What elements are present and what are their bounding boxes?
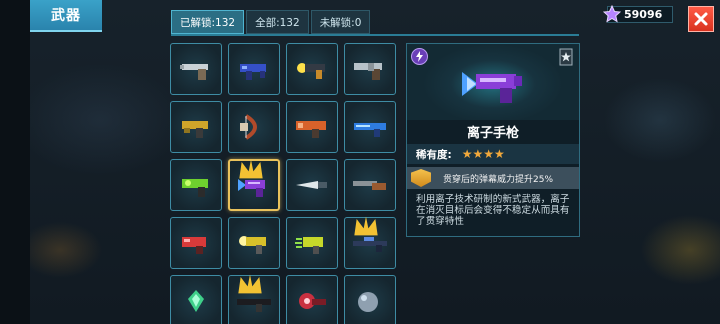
close-button[interactable] <box>688 6 714 32</box>
weapon-slot[interactable] <box>170 101 222 153</box>
rank-badge-icon[interactable] <box>559 48 573 66</box>
rarity-label: 稀有度: <box>416 148 452 161</box>
weapon-slot[interactable] <box>228 43 280 95</box>
weapon-name: 离子手枪 <box>466 126 519 141</box>
bow-icon <box>240 114 257 140</box>
perk-badge-icon <box>411 169 431 187</box>
weapon-slot[interactable] <box>228 274 280 324</box>
weapon-description: 利用离子技术研制的新式武器，离子在消灭目标后会变得不稳定从而具有了贯穿特性 <box>416 194 570 227</box>
tab-locked[interactable]: 未解锁:0 <box>310 10 371 34</box>
stone-orb-icon <box>358 292 378 312</box>
weapon-slot[interactable] <box>344 101 396 153</box>
perk-text: 贯穿后的弹幕威力提升25% <box>443 174 554 185</box>
weapon-slot[interactable] <box>344 216 396 269</box>
weapon-slot[interactable] <box>228 217 280 269</box>
weapon-slot[interactable] <box>170 217 222 269</box>
tab-all[interactable]: 全部:132 <box>246 10 309 34</box>
gold-pistol-icon <box>182 121 208 138</box>
blue-smg-icon <box>240 64 266 80</box>
weapon-detail-panel: 离子手枪 稀有度: ★★★★ 贯穿后的弹幕威力提升25% 利用离子技术研制的新式… <box>406 43 580 237</box>
shotgun-icon <box>353 181 386 190</box>
currency-display: 59096 <box>603 5 673 23</box>
currency-amount: 59096 <box>624 8 663 21</box>
yellow-gatling-icon <box>239 236 266 254</box>
weapon-slot[interactable] <box>286 217 338 269</box>
weapon-slot[interactable] <box>344 275 396 324</box>
ion-pistol-large-icon <box>462 72 522 103</box>
red-cannon-icon <box>299 293 326 309</box>
weapon-slot[interactable] <box>286 275 338 324</box>
dagger-icon <box>296 181 327 189</box>
purple-star-gem-icon <box>602 3 622 25</box>
energy-blaster-icon <box>297 63 325 79</box>
weapon-slot[interactable] <box>170 275 222 324</box>
green-crystal-icon <box>188 290 204 312</box>
filter-tabs: 已解锁:132 全部:132 未解锁:0 <box>171 10 372 34</box>
weapon-slot-selected[interactable] <box>228 159 280 211</box>
tab-divider <box>171 34 579 36</box>
crown-icon <box>354 216 378 236</box>
tab-unlocked[interactable]: 已解锁:132 <box>171 10 245 34</box>
weapon-slot[interactable] <box>286 43 338 95</box>
lightning-element-icon[interactable] <box>411 48 428 65</box>
left-edge <box>0 0 30 324</box>
rarity-stars: ★★★★ <box>461 147 505 161</box>
rarity-row: 稀有度: ★★★★ <box>407 144 579 164</box>
weapon-slot[interactable] <box>286 159 338 211</box>
orange-launcher-icon <box>296 121 326 138</box>
weapon-preview <box>407 44 579 120</box>
crown-icon <box>239 159 263 179</box>
weapon-slot[interactable] <box>286 101 338 153</box>
crown-icon <box>238 274 262 294</box>
blue-laser-rifle-icon <box>354 123 386 137</box>
weapon-grid <box>170 43 402 324</box>
red-blaster-icon <box>182 237 206 254</box>
weapon-slot[interactable] <box>170 43 222 95</box>
weapon-slot[interactable] <box>228 101 280 153</box>
silver-revolver-icon <box>180 64 208 80</box>
page-title: 武器 <box>30 0 102 32</box>
weapon-slot[interactable] <box>344 43 396 95</box>
close-icon <box>694 12 708 26</box>
weapon-slot[interactable] <box>344 159 396 211</box>
perk-row: 贯穿后的弹幕威力提升25% <box>407 167 579 189</box>
green-toxic-gun-icon <box>182 179 208 197</box>
heavy-revolver-icon <box>354 63 382 80</box>
sonic-gun-icon <box>295 237 323 254</box>
weapon-slot[interactable] <box>170 159 222 211</box>
